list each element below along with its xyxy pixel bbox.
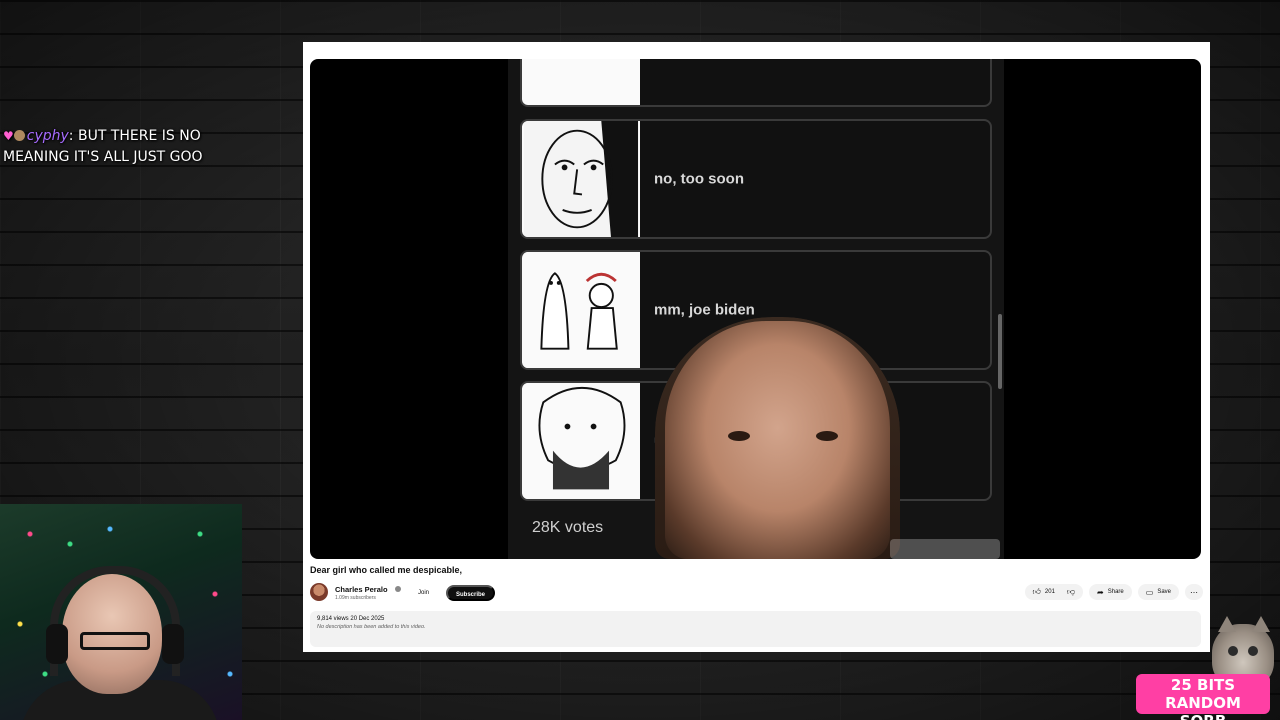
join-button[interactable]: Join <box>408 585 440 601</box>
sketch-figures-icon <box>523 252 639 368</box>
description-text: No description has been added to this vi… <box>317 624 426 630</box>
tiktok-watermark-icon <box>890 539 1000 559</box>
video-title: Dear girl who called me despicable, <box>310 565 463 575</box>
poll-option[interactable]: no, too soon <box>520 119 992 239</box>
save-button[interactable]: ▭ Save <box>1137 584 1179 600</box>
sketch-face-icon <box>523 121 639 237</box>
views-date: 9,814 views 20 Dec 2025 <box>317 616 385 622</box>
poll-option[interactable] <box>520 59 992 107</box>
chat-username: cyphy <box>26 128 69 144</box>
sketch-portrait-icon <box>523 383 639 499</box>
bits-alert: 25 BITS RANDOM SORB <box>1136 674 1270 720</box>
poll-option-label: no, too soon <box>654 170 744 188</box>
verified-icon <box>395 586 401 592</box>
save-label: Save <box>1157 589 1171 595</box>
chat-message: ♥ cyphy: BUT THERE IS NO MEANING IT'S ALL… <box>3 126 233 168</box>
like-count[interactable]: 201 <box>1045 589 1055 595</box>
youtube-watch-panel: no, too soon mm, joe biden 28K votes Dea… <box>303 42 1210 652</box>
sub-badge-icon <box>13 130 25 141</box>
alert-line1: 25 BITS <box>1170 676 1236 694</box>
headphone-right <box>162 624 184 664</box>
poll-thumbnail <box>522 59 640 105</box>
poll-thumbnail <box>522 252 640 368</box>
video-player[interactable]: no, too soon mm, joe biden 28K votes <box>310 59 1201 559</box>
more-button[interactable]: ⋯ <box>1185 584 1203 600</box>
description-box[interactable]: 9,814 views 20 Dec 2025 No description h… <box>310 611 1201 647</box>
poll-scrollbar[interactable] <box>998 314 1002 389</box>
poll-thumbnail <box>522 383 640 499</box>
channel-row: Charles Peralo 1.09m subscribers Join Su… <box>310 583 1203 603</box>
heart-badge-icon: ♥ <box>3 129 14 143</box>
subscribe-button[interactable]: Subscribe <box>446 585 496 601</box>
headphone-left <box>46 624 68 664</box>
headphones-icon <box>50 566 180 676</box>
thumbs-up-icon[interactable]: 👍︎ <box>1033 587 1041 597</box>
vote-count: 28K votes <box>532 519 604 536</box>
more-dots-icon: ⋯ <box>1190 587 1198 597</box>
bookmark-icon: ▭ <box>1145 587 1154 597</box>
channel-name[interactable]: Charles Peralo <box>335 585 388 594</box>
thumbs-down-icon[interactable]: 👎︎ <box>1067 587 1075 597</box>
webcam-feed <box>0 504 242 720</box>
video-actions: 👍︎ 201 👎︎ ➦ Share ▭ Save ⋯ <box>1024 584 1203 602</box>
share-icon: ➦ <box>1097 587 1104 597</box>
glasses <box>80 632 150 650</box>
like-dislike-group: 👍︎ 201 👎︎ <box>1024 584 1084 600</box>
poll-thumbnail <box>522 121 640 237</box>
poll-option-label: mm, joe biden <box>654 301 755 319</box>
channel-avatar[interactable] <box>310 583 328 601</box>
overlay-person-eyes <box>728 431 838 445</box>
subscriber-count: 1.09m subscribers <box>335 595 376 601</box>
alert-line2: RANDOM SORB <box>1165 694 1241 720</box>
share-label: Share <box>1107 589 1124 595</box>
share-button[interactable]: ➦ Share <box>1089 584 1132 600</box>
